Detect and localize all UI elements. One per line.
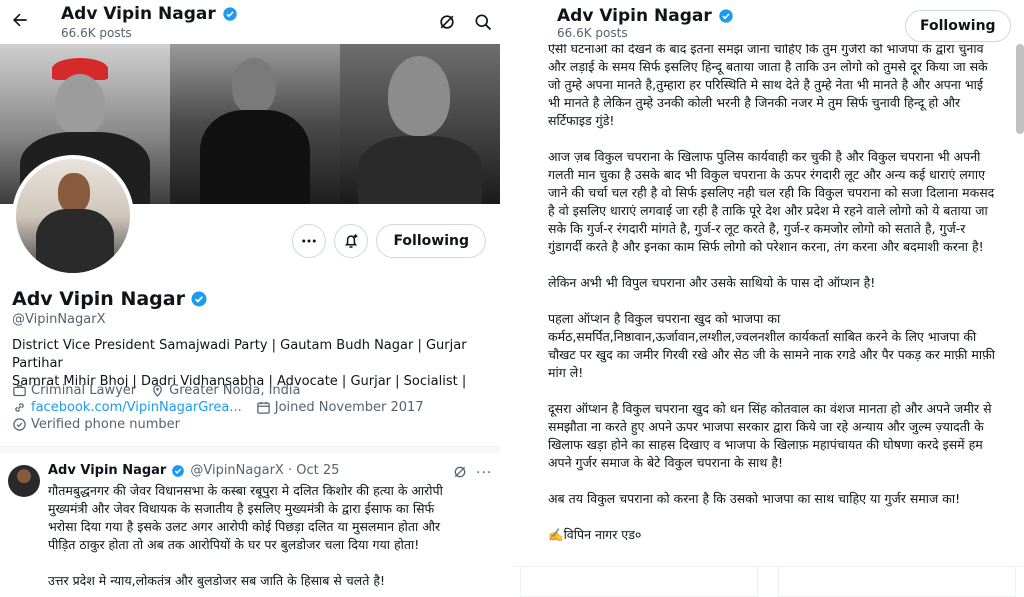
location-item: Greater Noida, India: [150, 383, 301, 398]
grok-icon[interactable]: [437, 12, 457, 32]
tweet-line: पीड़ित ठाकुर होता तो अब तक आरोपियों के घ…: [48, 537, 420, 552]
verified-phone-text: Verified phone number: [31, 417, 180, 432]
following-button[interactable]: Following: [905, 10, 1011, 42]
verified-badge-icon: [172, 464, 185, 477]
post-header-title: Adv Vipin Nagar: [557, 6, 734, 26]
notifications-button[interactable]: [334, 224, 369, 258]
bell-plus-icon: [345, 234, 358, 248]
location-text: Greater Noida, India: [169, 383, 301, 398]
header-title: Adv Vipin Nagar: [61, 4, 238, 24]
verified-badge-icon: [719, 9, 733, 23]
tweet[interactable]: Adv Vipin Nagar @VipinNagarX · Oct 25 ··…: [0, 455, 500, 597]
briefcase-icon: [13, 384, 26, 397]
shield-check-icon: [13, 418, 26, 431]
post-paragraph: आज ज़ब विकुल चपराना के खिलाफ पुलिस कार्य…: [548, 149, 995, 254]
scrollbar-thumb[interactable]: [1016, 44, 1024, 134]
banner-photo-3: [340, 44, 500, 204]
tweet-line: मुख्यमंत्री और जेवर विधायक के सजातीय है …: [48, 501, 435, 516]
tweet-more-button[interactable]: ···: [476, 465, 492, 481]
tweet-line: गौतमबुद्धनगर की जेवर विधानसभा के कस्बा र…: [48, 483, 443, 498]
section-divider: [0, 446, 500, 454]
profile-avatar[interactable]: [12, 155, 134, 277]
banner-photo-2: [170, 44, 340, 204]
profile-meta-row-1: Criminal Lawyer Greater Noida, India: [12, 383, 301, 398]
verified-badge-icon: [223, 7, 237, 21]
post-signature: ✍️विपिन नागर एड०: [548, 527, 642, 542]
more-dots-icon: [302, 239, 317, 243]
post-detail-panel: Adv Vipin Nagar 66.6K posts Following ऐस…: [512, 0, 1024, 597]
profile-handle: @VipinNagarX: [12, 312, 106, 327]
post-paragraph: दूसरा ऑप्शन है विकुल चपराना खुद को धन सि…: [548, 401, 992, 470]
tweet-line: उत्तर प्रदेश मे न्याय,लोकतंत्र और बुलडोज…: [48, 573, 385, 588]
media-card-left[interactable]: [520, 566, 758, 597]
post-header-name: Adv Vipin Nagar: [557, 6, 712, 26]
category-text: Criminal Lawyer: [31, 383, 137, 398]
tweet-avatar[interactable]: [8, 465, 40, 497]
tweet-header: Adv Vipin Nagar @VipinNagarX · Oct 25: [48, 463, 339, 478]
tweet-text: गौतमबुद्धनगर की जेवर विधानसभा के कस्बा र…: [48, 482, 493, 590]
panel-gap: [500, 0, 512, 597]
post-header: Adv Vipin Nagar 66.6K posts Following: [512, 0, 1024, 44]
post-paragraph: अब तय विकुल चपराना को करना है कि उसको भा…: [548, 491, 961, 506]
profile-header: Adv Vipin Nagar 66.6K posts: [0, 0, 500, 44]
following-button[interactable]: Following: [376, 224, 486, 258]
website-link[interactable]: facebook.com/VipinNagarGrea...: [31, 400, 242, 415]
profile-actions: Following: [292, 224, 500, 258]
header-post-count: 66.6K posts: [61, 26, 132, 40]
calendar-icon: [256, 401, 270, 414]
verified-badge-icon: [191, 291, 207, 307]
tweet-handle-date: @VipinNagarX · Oct 25: [190, 463, 340, 478]
header-name: Adv Vipin Nagar: [61, 4, 216, 24]
post-paragraph: पहला ऑप्शन है विकुल चपराना खुद को भाजपा …: [548, 311, 995, 380]
link-icon: [15, 403, 24, 412]
post-header-count: 66.6K posts: [557, 26, 628, 40]
tweet-line: भरोसा दिया गया है इसके उलट अगर आरोपी कोई…: [48, 519, 441, 534]
more-options-button[interactable]: [292, 224, 327, 258]
joined-text: Joined November 2017: [274, 400, 424, 415]
profile-meta-row-3: Verified phone number: [12, 417, 180, 432]
profile-meta-row-2: facebook.com/VipinNagarGrea... Joined No…: [12, 400, 424, 415]
post-paragraph: ऐसी घटनाओ को देखने के बाद इतना समझ जाना …: [548, 41, 988, 128]
back-arrow-icon[interactable]: [10, 10, 30, 30]
bio-line: District Vice President Samajwadi Party …: [12, 338, 467, 371]
post-paragraph: लेकिन अभी भी विपुल चपराना और उसके साथियो…: [548, 275, 876, 290]
post-body: ऐसी घटनाओ को देखने के बाद इतना समझ जाना …: [548, 40, 998, 562]
category-item: Criminal Lawyer: [12, 383, 136, 398]
verified-phone-item: Verified phone number: [12, 417, 180, 432]
website-item[interactable]: facebook.com/VipinNagarGrea...: [12, 400, 242, 415]
joined-item: Joined November 2017: [256, 400, 424, 415]
profile-panel: Adv Vipin Nagar 66.6K posts Following Ad…: [0, 0, 500, 597]
media-card-right[interactable]: [778, 566, 1016, 597]
profile-name: Adv Vipin Nagar: [12, 288, 208, 310]
grok-icon[interactable]: [452, 464, 468, 480]
profile-display-name: Adv Vipin Nagar: [12, 288, 185, 310]
tweet-author-name[interactable]: Adv Vipin Nagar: [48, 463, 166, 478]
search-icon[interactable]: [473, 12, 493, 32]
location-pin-icon: [153, 384, 163, 398]
